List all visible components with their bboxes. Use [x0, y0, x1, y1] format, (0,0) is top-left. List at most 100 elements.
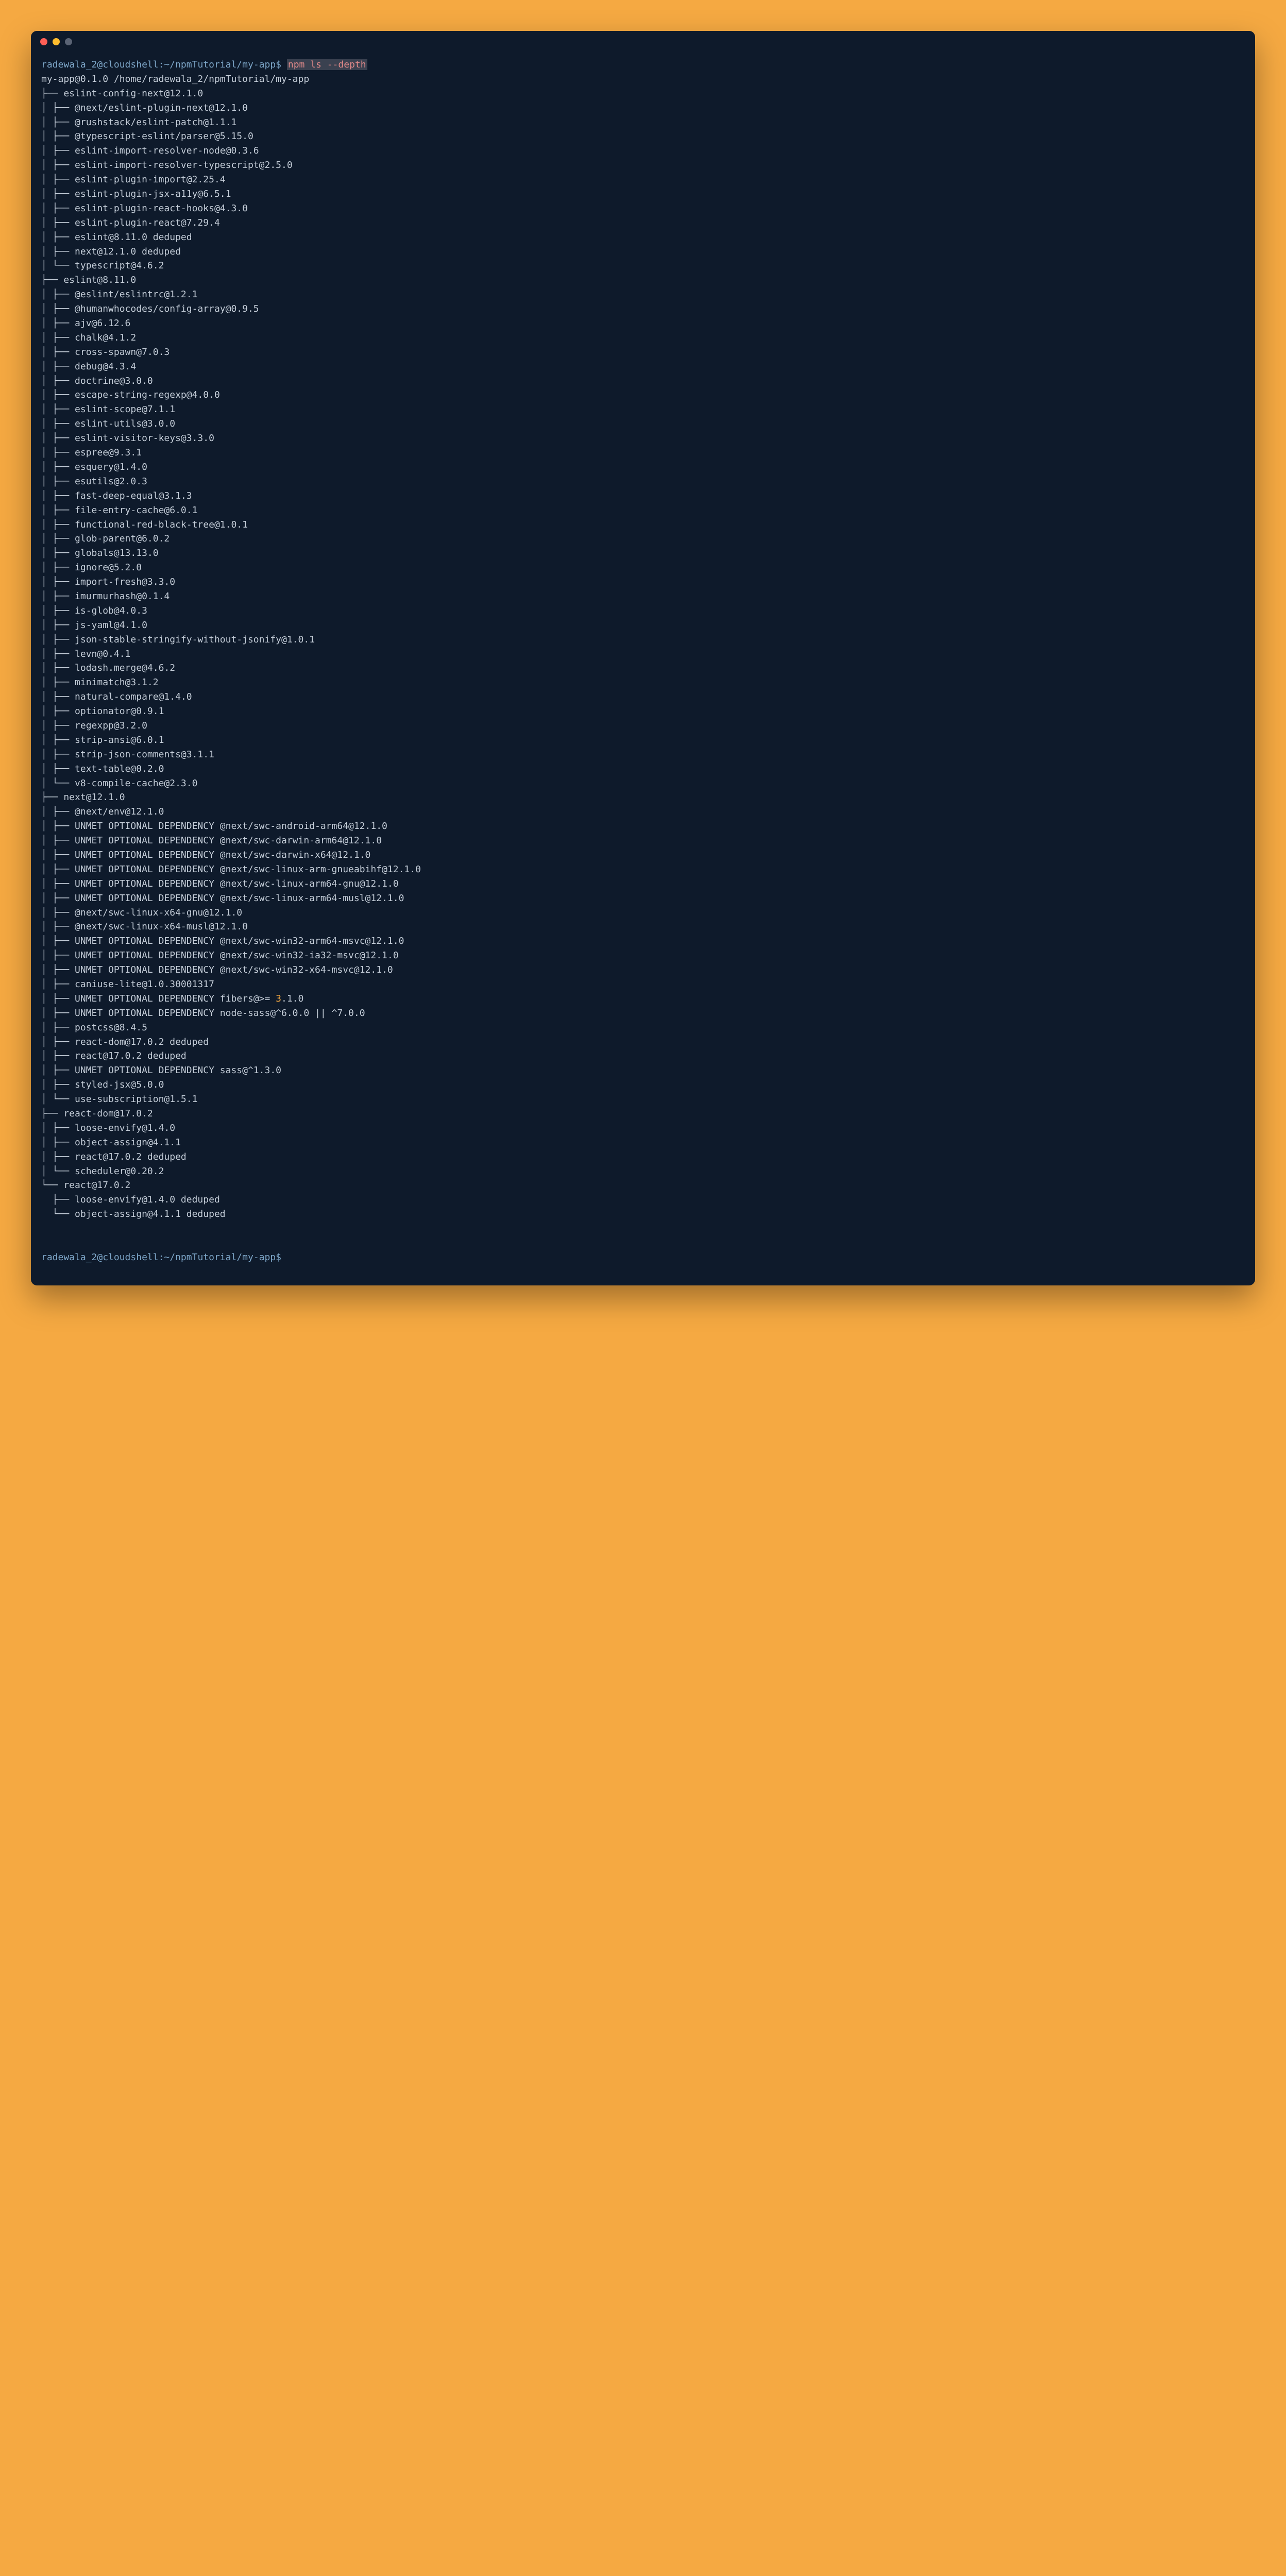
tree-line: │ ├── @humanwhocodes/config-array@0.9.5: [41, 303, 259, 314]
tree-line: │ ├── UNMET OPTIONAL DEPENDENCY fibers@>…: [41, 993, 303, 1004]
tree-line: │ └── typescript@4.6.2: [41, 260, 164, 271]
tree-line: │ ├── object-assign@4.1.1: [41, 1137, 181, 1148]
prompt-user: radewala_2@cloudshell: [41, 59, 159, 70]
tree-line: │ └── scheduler@0.20.2: [41, 1166, 164, 1177]
tree-line: └── react@17.0.2: [41, 1180, 130, 1191]
tree-line: │ ├── @next/env@12.1.0: [41, 806, 164, 817]
tree-line: │ ├── UNMET OPTIONAL DEPENDENCY @next/sw…: [41, 835, 382, 846]
tree-line: │ ├── js-yaml@4.1.0: [41, 620, 147, 631]
dependency-tree: ├── eslint-config-next@12.1.0 │ ├── @nex…: [41, 88, 421, 1219]
tree-line: │ ├── UNMET OPTIONAL DEPENDENCY @next/sw…: [41, 950, 399, 961]
tree-line: │ ├── fast-deep-equal@3.1.3: [41, 490, 192, 501]
tree-line: │ ├── minimatch@3.1.2: [41, 677, 159, 688]
tree-line: │ └── v8-compile-cache@2.3.0: [41, 778, 197, 789]
tree-line: │ ├── @rushstack/eslint-patch@1.1.1: [41, 117, 236, 128]
tree-line: │ ├── UNMET OPTIONAL DEPENDENCY @next/sw…: [41, 893, 404, 904]
tree-line: │ ├── @next/eslint-plugin-next@12.1.0: [41, 103, 248, 113]
tree-line: │ ├── eslint-plugin-react-hooks@4.3.0: [41, 203, 248, 214]
tree-line: │ ├── espree@9.3.1: [41, 447, 142, 458]
minimize-icon[interactable]: [53, 38, 60, 45]
tree-line: │ ├── esquery@1.4.0: [41, 462, 147, 472]
tree-line: │ ├── cross-spawn@7.0.3: [41, 347, 170, 358]
tree-line: │ ├── lodash.merge@4.6.2: [41, 663, 175, 673]
tree-line: │ ├── debug@4.3.4: [41, 361, 136, 372]
tree-line: │ ├── UNMET OPTIONAL DEPENDENCY @next/sw…: [41, 850, 370, 860]
tree-line: │ ├── is-glob@4.0.3: [41, 605, 147, 616]
tree-line: ├── next@12.1.0: [41, 792, 125, 803]
prompt-sep: :: [159, 59, 164, 70]
tree-line: ├── react-dom@17.0.2: [41, 1108, 153, 1119]
pkg-header: my-app@0.1.0 /home/radewala_2/npmTutoria…: [41, 74, 309, 84]
tree-line: │ ├── globals@13.13.0: [41, 548, 159, 558]
tree-line: │ ├── eslint@8.11.0 deduped: [41, 232, 192, 243]
prompt-line-1: radewala_2@cloudshell:~/npmTutorial/my-a…: [41, 59, 367, 70]
tree-line: │ ├── UNMET OPTIONAL DEPENDENCY @next/sw…: [41, 936, 404, 946]
tree-line: │ ├── eslint-utils@3.0.0: [41, 418, 175, 429]
tree-line: │ ├── eslint-plugin-import@2.25.4: [41, 174, 226, 185]
tree-line: │ ├── UNMET OPTIONAL DEPENDENCY @next/sw…: [41, 964, 393, 975]
tree-line: ├── eslint@8.11.0: [41, 275, 136, 285]
tree-line: │ ├── esutils@2.0.3: [41, 476, 147, 487]
tree-line: │ ├── loose-envify@1.4.0: [41, 1123, 175, 1133]
tree-line: │ ├── file-entry-cache@6.0.1: [41, 505, 197, 516]
tree-line: │ ├── escape-string-regexp@4.0.0: [41, 389, 220, 400]
tree-line: │ ├── glob-parent@6.0.2: [41, 533, 170, 544]
titlebar: [31, 31, 1255, 53]
tree-line: │ ├── @typescript-eslint/parser@5.15.0: [41, 131, 253, 142]
prompt-path: ~/npmTutorial/my-app: [164, 59, 276, 70]
terminal-window: radewala_2@cloudshell:~/npmTutorial/my-a…: [31, 31, 1255, 1285]
tree-line: │ ├── eslint-plugin-react@7.29.4: [41, 217, 220, 228]
tree-line: │ ├── styled-jsx@5.0.0: [41, 1079, 164, 1090]
maximize-icon[interactable]: [65, 38, 72, 45]
tree-line: │ ├── @eslint/eslintrc@1.2.1: [41, 289, 197, 300]
tree-line: │ ├── eslint-visitor-keys@3.3.0: [41, 433, 214, 444]
tree-line: │ ├── ignore@5.2.0: [41, 562, 142, 573]
tree-line: │ ├── UNMET OPTIONAL DEPENDENCY sass@^1.…: [41, 1065, 281, 1076]
tree-line: ├── loose-envify@1.4.0 deduped: [41, 1194, 220, 1205]
tree-line: │ ├── next@12.1.0 deduped: [41, 246, 181, 257]
tree-line: │ ├── postcss@8.4.5: [41, 1022, 147, 1033]
tree-line: │ ├── imurmurhash@0.1.4: [41, 591, 170, 602]
tree-line: │ ├── eslint-scope@7.1.1: [41, 404, 175, 415]
tree-line: │ ├── UNMET OPTIONAL DEPENDENCY node-sas…: [41, 1008, 365, 1019]
tree-line: │ ├── regexpp@3.2.0: [41, 720, 147, 731]
prompt-sep: :: [159, 1252, 164, 1263]
tree-line: │ ├── UNMET OPTIONAL DEPENDENCY @next/sw…: [41, 864, 421, 875]
tree-line: │ ├── import-fresh@3.3.0: [41, 577, 175, 587]
tree-line: │ ├── @next/swc-linux-x64-musl@12.1.0: [41, 921, 248, 932]
tree-line: │ ├── strip-json-comments@3.1.1: [41, 749, 214, 760]
prompt-line-2: radewala_2@cloudshell:~/npmTutorial/my-a…: [41, 1252, 281, 1263]
prompt-user: radewala_2@cloudshell: [41, 1252, 159, 1263]
highlight-number: 3: [276, 993, 281, 1004]
tree-line: │ ├── eslint-import-resolver-typescript@…: [41, 160, 293, 171]
tree-line: │ ├── react-dom@17.0.2 deduped: [41, 1037, 209, 1047]
command-text: npm ls --depth: [287, 59, 367, 70]
blank-row: [41, 1222, 1245, 1236]
tree-line: │ ├── natural-compare@1.4.0: [41, 691, 192, 702]
tree-line: │ ├── text-table@0.2.0: [41, 764, 164, 774]
tree-line: │ ├── caniuse-lite@1.0.30001317: [41, 979, 214, 990]
prompt-symbol: $: [276, 59, 287, 70]
tree-line: │ ├── react@17.0.2 deduped: [41, 1050, 187, 1061]
tree-line: │ ├── strip-ansi@6.0.1: [41, 735, 164, 745]
tree-line: └── object-assign@4.1.1 deduped: [41, 1209, 226, 1219]
prompt-symbol: $: [276, 1252, 281, 1263]
tree-line: │ ├── chalk@4.1.2: [41, 332, 136, 343]
tree-line: │ ├── UNMET OPTIONAL DEPENDENCY @next/sw…: [41, 821, 387, 832]
tree-line: │ ├── functional-red-black-tree@1.0.1: [41, 519, 248, 530]
tree-line: │ └── use-subscription@1.5.1: [41, 1094, 197, 1105]
tree-line: ├── eslint-config-next@12.1.0: [41, 88, 203, 99]
close-icon[interactable]: [40, 38, 47, 45]
tree-line: │ ├── optionator@0.9.1: [41, 706, 164, 717]
tree-line: │ ├── eslint-plugin-jsx-a11y@6.5.1: [41, 189, 231, 199]
tree-line: │ ├── doctrine@3.0.0: [41, 376, 153, 386]
terminal-body[interactable]: radewala_2@cloudshell:~/npmTutorial/my-a…: [31, 53, 1255, 1285]
tree-line: │ ├── @next/swc-linux-x64-gnu@12.1.0: [41, 907, 242, 918]
tree-line: │ ├── UNMET OPTIONAL DEPENDENCY @next/sw…: [41, 878, 399, 889]
tree-line: │ ├── ajv@6.12.6: [41, 318, 130, 329]
tree-line: │ ├── eslint-import-resolver-node@0.3.6: [41, 145, 259, 156]
tree-line: │ ├── levn@0.4.1: [41, 649, 130, 659]
prompt-path: ~/npmTutorial/my-app: [164, 1252, 276, 1263]
tree-line: │ ├── json-stable-stringify-without-json…: [41, 634, 315, 645]
tree-line: │ ├── react@17.0.2 deduped: [41, 1151, 187, 1162]
